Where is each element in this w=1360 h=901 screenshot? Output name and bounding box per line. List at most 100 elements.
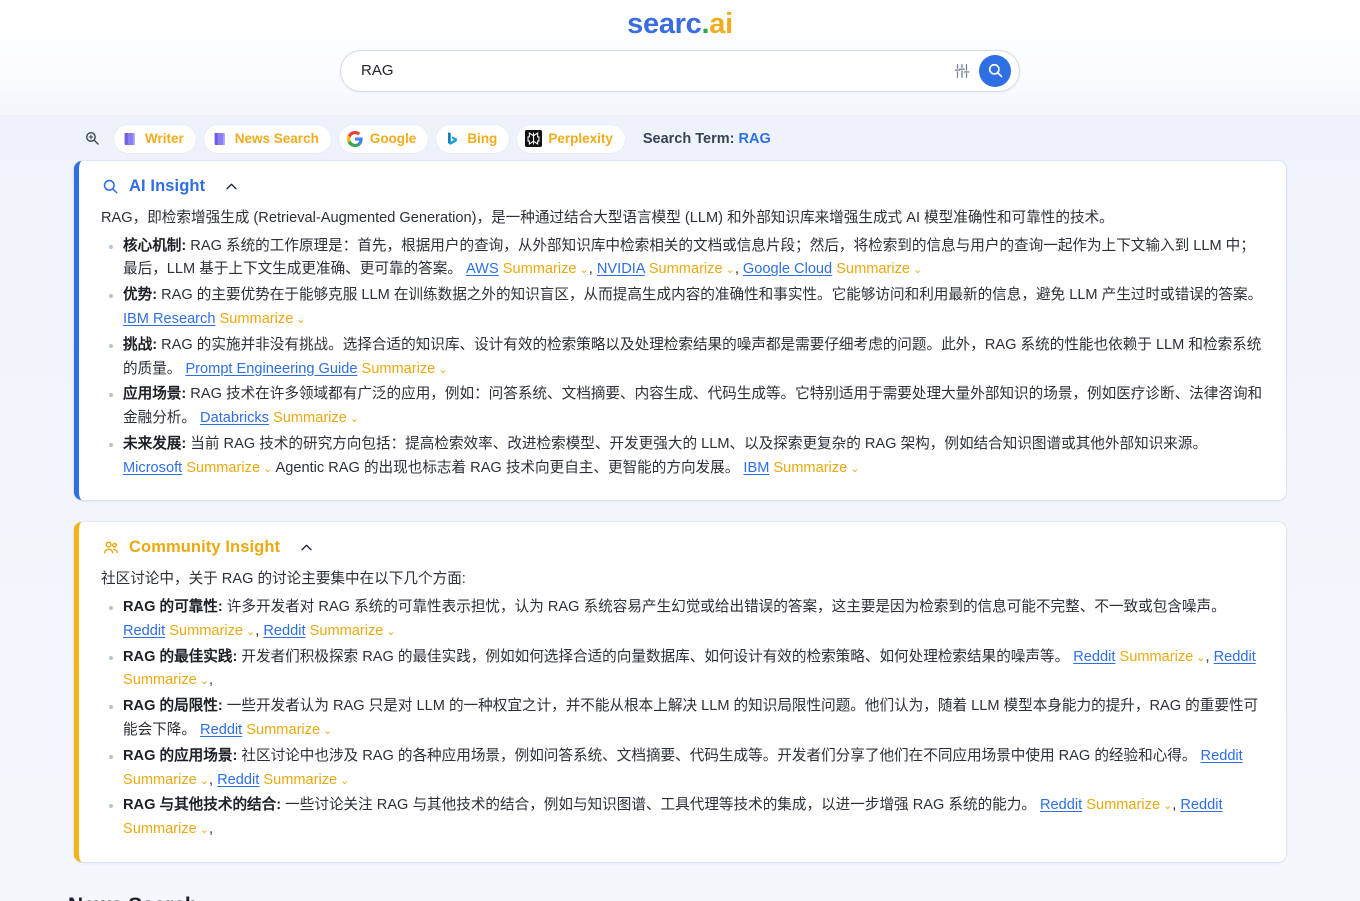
bullet-lead: 未来发展:: [123, 435, 187, 452]
summarize-action[interactable]: Summarize ⌄: [362, 361, 448, 377]
summarize-action[interactable]: Summarize ⌄: [503, 261, 589, 277]
bullet-lead: 优势:: [123, 287, 158, 304]
summarize-action[interactable]: Summarize ⌄: [123, 772, 209, 788]
bullet-lead: 挑战:: [123, 336, 158, 353]
bing-b-icon: [443, 130, 461, 148]
insight-bullet: 核心机制: RAG 系统的工作原理是：首先，根据用户的查询，从外部知识库中检索相…: [109, 235, 1266, 283]
nav-chip-label: Writer: [145, 131, 184, 146]
source-link[interactable]: Reddit: [1214, 649, 1256, 665]
insight-bullet: RAG 的可靠性: 许多开发者对 RAG 系统的可靠性表示担忧，认为 RAG 系…: [109, 596, 1266, 644]
sliders-icon[interactable]: [949, 58, 975, 84]
chevron-down-icon[interactable]: ⌄: [438, 364, 447, 376]
source-link[interactable]: Reddit: [123, 623, 165, 639]
summarize-action[interactable]: Summarize ⌄: [246, 722, 332, 738]
link-separator: ,: [209, 771, 218, 788]
summarize-action[interactable]: Summarize ⌄: [123, 821, 209, 837]
community-insight-bullet-list: RAG 的可靠性: 许多开发者对 RAG 系统的可靠性表示担忧，认为 RAG 系…: [101, 596, 1266, 842]
chevron-up-icon[interactable]: [297, 539, 315, 557]
source-link[interactable]: Prompt Engineering Guide: [185, 361, 357, 377]
summarize-action[interactable]: Summarize ⌄: [310, 623, 396, 639]
community-insight-intro: 社区讨论中，关于 RAG 的讨论主要集中在以下几个方面:: [101, 571, 466, 588]
search-input[interactable]: [359, 61, 949, 81]
news-book-icon: [211, 130, 229, 148]
source-link[interactable]: Reddit: [1073, 649, 1115, 665]
search-bar[interactable]: [340, 49, 1020, 92]
source-link[interactable]: NVIDIA: [597, 261, 645, 277]
search-submit-button[interactable]: [979, 54, 1011, 87]
community-insight-header: Community Insight: [101, 538, 1266, 557]
summarize-action[interactable]: Summarize ⌄: [169, 623, 255, 639]
bullet-tail: ,: [209, 821, 214, 838]
nav-chip-bing[interactable]: Bing: [436, 124, 510, 153]
ai-insight-intro: RAG，即检索增强生成 (Retrieval-Augmented Generat…: [101, 210, 1114, 226]
chevron-down-icon[interactable]: ⌄: [263, 463, 272, 475]
bullet-mid-text: Agentic RAG 的出现也标志着 RAG 技术向更自主、更智能的方向发展。: [272, 459, 740, 476]
search-icon: [988, 64, 1002, 78]
chevron-down-icon[interactable]: ⌄: [200, 824, 209, 836]
source-link[interactable]: Reddit: [200, 722, 242, 738]
magnifier-icon[interactable]: [82, 129, 102, 149]
bullet-lead: 应用场景:: [123, 386, 187, 403]
chevron-down-icon[interactable]: ⌄: [323, 725, 332, 737]
source-link[interactable]: Reddit: [263, 623, 305, 639]
chevron-down-icon[interactable]: ⌄: [200, 775, 209, 787]
brand-logo[interactable]: searc.ai: [0, 0, 1360, 41]
nav-chip-perplexity[interactable]: Perplexity: [517, 124, 625, 153]
chevron-down-icon[interactable]: ⌄: [1163, 800, 1172, 812]
chevron-down-icon[interactable]: ⌄: [340, 775, 349, 787]
source-link[interactable]: Reddit: [1040, 797, 1082, 813]
summarize-action[interactable]: Summarize ⌄: [773, 460, 859, 476]
source-link[interactable]: IBM Research: [123, 311, 215, 327]
chevron-down-icon[interactable]: ⌄: [580, 264, 589, 276]
source-link[interactable]: IBM: [743, 460, 769, 476]
chevron-down-icon[interactable]: ⌄: [726, 264, 735, 276]
news-search-section-title: News Search: [68, 894, 1360, 901]
summarize-action[interactable]: Summarize ⌄: [273, 410, 359, 426]
insight-bullet: RAG 的局限性: 一些开发者认为 RAG 只是对 LLM 的一种权宜之计，并不…: [109, 695, 1266, 743]
summarize-action[interactable]: Summarize ⌄: [1086, 797, 1172, 813]
source-link[interactable]: Databricks: [200, 410, 269, 426]
chevron-down-icon[interactable]: ⌄: [913, 264, 922, 276]
link-separator: ,: [1205, 648, 1214, 665]
source-link[interactable]: Google Cloud: [743, 261, 832, 277]
ai-insight-title: AI Insight: [129, 177, 206, 195]
insight-bullet: RAG 的应用场景: 社区讨论中也涉及 RAG 的各种应用场景，例如问答系统、文…: [109, 745, 1266, 793]
chevron-down-icon[interactable]: ⌄: [350, 413, 359, 425]
bullet-text: 许多开发者对 RAG 系统的可靠性表示担忧，认为 RAG 系统容易产生幻觉或给出…: [222, 599, 1226, 616]
nav-chip-writer[interactable]: Writer: [114, 124, 196, 153]
nav-chip-news-search[interactable]: News Search: [203, 124, 331, 153]
bullet-lead: RAG 的最佳实践:: [123, 648, 238, 665]
summarize-action[interactable]: Summarize ⌄: [220, 311, 306, 327]
bullet-text: 开发者们积极探索 RAG 的最佳实践，例如如何选择合适的向量数据库、如何设计有效…: [237, 648, 1070, 665]
summarize-action[interactable]: Summarize ⌄: [123, 672, 209, 688]
bullet-lead: RAG 的可靠性:: [123, 599, 223, 616]
chevron-down-icon[interactable]: ⌄: [200, 675, 209, 687]
chevron-down-icon[interactable]: ⌄: [850, 463, 859, 475]
source-nav-strip: Writer News Search Google Bing Perplexit…: [0, 115, 1360, 161]
source-link[interactable]: Microsoft: [123, 460, 182, 476]
brand-logo-part2: ai: [709, 8, 733, 40]
chevron-down-icon[interactable]: ⌄: [246, 626, 255, 638]
source-link[interactable]: Reddit: [1180, 797, 1222, 813]
source-link[interactable]: Reddit: [217, 772, 259, 788]
nav-chip-google[interactable]: Google: [338, 124, 429, 153]
chevron-down-icon[interactable]: ⌄: [1196, 652, 1205, 664]
chevron-down-icon[interactable]: ⌄: [386, 626, 395, 638]
summarize-action[interactable]: Summarize ⌄: [1120, 649, 1206, 665]
nav-chip-label: Bing: [467, 131, 498, 146]
chevron-up-icon[interactable]: [222, 178, 240, 196]
bullet-lead: 核心机制:: [123, 237, 187, 254]
link-separator: ,: [734, 261, 743, 278]
bullet-text: 社区讨论中也涉及 RAG 的各种应用场景，例如问答系统、文档摘要、代码生成等。开…: [237, 747, 1197, 764]
summarize-action[interactable]: Summarize ⌄: [649, 261, 735, 277]
bullet-text: 一些讨论关注 RAG 与其他技术的结合，例如与知识图谱、工具代理等技术的集成，以…: [281, 797, 1036, 814]
summarize-action[interactable]: Summarize ⌄: [836, 261, 922, 277]
community-insight-card: Community Insight 社区讨论中，关于 RAG 的讨论主要集中在以…: [74, 522, 1286, 862]
source-link[interactable]: Reddit: [1201, 748, 1243, 764]
chevron-down-icon[interactable]: ⌄: [296, 314, 305, 326]
bullet-tail: ,: [209, 672, 214, 689]
source-link[interactable]: AWS: [466, 261, 499, 277]
google-g-icon: [346, 130, 364, 148]
summarize-action[interactable]: Summarize ⌄: [263, 772, 349, 788]
summarize-action[interactable]: Summarize ⌄: [186, 460, 272, 476]
